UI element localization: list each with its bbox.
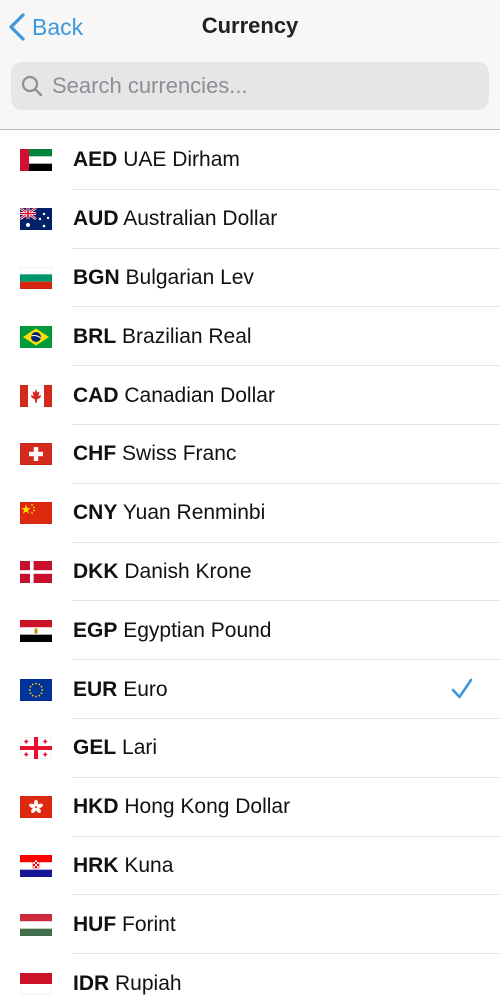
currency-row-hkd[interactable]: HKD Hong Kong Dollar [0, 778, 500, 837]
brazil-flag-icon [20, 325, 52, 348]
currency-code: BGN [73, 265, 120, 289]
currency-name: Hong Kong Dollar [124, 795, 291, 819]
currency-row-huf[interactable]: HUF Forint [0, 895, 500, 954]
search-icon [21, 75, 43, 97]
currency-code: EUR [73, 677, 118, 701]
currency-name: Canadian Dollar [124, 383, 275, 407]
georgia-flag-icon [20, 737, 52, 760]
currency-row-gel[interactable]: GEL Lari [0, 719, 500, 778]
currency-name: Danish Krone [124, 559, 252, 583]
currency-name: Euro [123, 677, 168, 701]
currency-label: EUR Euro [73, 678, 168, 702]
currency-name: Lari [122, 736, 158, 760]
currency-label: HUF Forint [73, 913, 176, 937]
hong-kong-flag-icon [20, 796, 52, 819]
australia-flag-icon [20, 208, 52, 231]
currency-code: HKD [73, 795, 119, 819]
currency-list: AED UAE Dirham AUD Australian Dollar BGN B… [0, 131, 500, 1000]
currency-name: Egyptian Pound [123, 618, 272, 642]
currency-row-idr[interactable]: IDR Rupiah [0, 954, 500, 1000]
currency-row-cny[interactable]: CNY Yuan Renminbi [0, 484, 500, 543]
eu-flag-icon [20, 678, 52, 701]
currency-name: Kuna [124, 853, 174, 877]
currency-name: Rupiah [115, 971, 182, 995]
currency-code: EGP [73, 618, 118, 642]
currency-code: HRK [73, 853, 119, 877]
currency-name: UAE Dirham [123, 148, 240, 172]
currency-name: Australian Dollar [123, 207, 278, 231]
currency-label: HKD Hong Kong Dollar [73, 795, 290, 819]
hungary-flag-icon [20, 913, 52, 936]
bulgaria-flag-icon [20, 266, 52, 289]
currency-row-hrk[interactable]: HRK Kuna [0, 837, 500, 896]
currency-code: GEL [73, 736, 117, 760]
currency-label: IDR Rupiah [73, 972, 182, 996]
uae-flag-icon [20, 149, 52, 172]
currency-row-aud[interactable]: AUD Australian Dollar [0, 190, 500, 249]
currency-row-aed[interactable]: AED UAE Dirham [0, 131, 500, 190]
currency-label: EGP Egyptian Pound [73, 619, 272, 643]
canada-flag-icon [20, 384, 52, 407]
croatia-flag-icon [20, 854, 52, 877]
currency-code: HUF [73, 912, 117, 936]
currency-label: AUD Australian Dollar [73, 207, 277, 231]
currency-row-cad[interactable]: CAD Canadian Dollar [0, 366, 500, 425]
currency-code: IDR [73, 971, 110, 995]
currency-code: CAD [73, 383, 119, 407]
denmark-flag-icon [20, 560, 52, 583]
search-bar[interactable] [11, 62, 489, 110]
currency-code: BRL [73, 324, 117, 348]
currency-name: Forint [122, 912, 176, 936]
currency-label: HRK Kuna [73, 854, 173, 878]
currency-row-chf[interactable]: CHF Swiss Franc [0, 425, 500, 484]
currency-code: AUD [73, 207, 119, 231]
page-title: Currency [201, 13, 299, 38]
currency-label: AED UAE Dirham [73, 148, 240, 172]
currency-code: CNY [73, 501, 118, 525]
currency-label: GEL Lari [73, 736, 157, 760]
currency-code: DKK [73, 559, 119, 583]
currency-label: BRL Brazilian Real [73, 325, 252, 349]
currency-row-bgn[interactable]: BGN Bulgarian Lev [0, 249, 500, 308]
currency-row-brl[interactable]: BRL Brazilian Real [0, 307, 500, 366]
currency-name: Brazilian Real [122, 324, 252, 348]
currency-code: CHF [73, 442, 117, 466]
currency-label: CNY Yuan Renminbi [73, 501, 265, 525]
search-input[interactable] [52, 73, 472, 99]
indonesia-flag-icon [20, 972, 52, 995]
currency-label: CAD Canadian Dollar [73, 384, 275, 408]
navigation-header: Back Currency [0, 0, 500, 130]
currency-row-eur[interactable]: EUR Euro [0, 660, 500, 719]
currency-row-egp[interactable]: EGP Egyptian Pound [0, 601, 500, 660]
china-flag-icon [20, 502, 52, 525]
currency-row-dkk[interactable]: DKK Danish Krone [0, 543, 500, 602]
currency-name: Bulgarian Lev [125, 265, 254, 289]
currency-name: Swiss Franc [122, 442, 237, 466]
currency-code: AED [73, 148, 118, 172]
checkmark-icon [451, 678, 473, 699]
egypt-flag-icon [20, 619, 52, 642]
currency-name: Yuan Renminbi [122, 501, 266, 525]
currency-label: BGN Bulgarian Lev [73, 266, 254, 290]
currency-label: DKK Danish Krone [73, 560, 252, 584]
switzerland-flag-icon [20, 443, 52, 466]
currency-label: CHF Swiss Franc [73, 442, 236, 466]
